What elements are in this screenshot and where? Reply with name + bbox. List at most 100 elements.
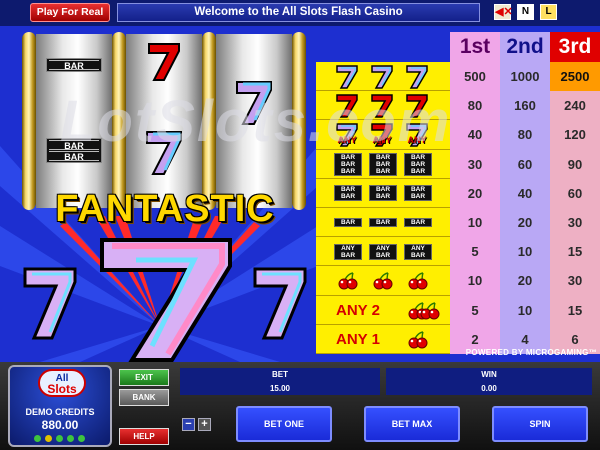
bar-symbol-icon: BAR BAR xyxy=(369,185,397,202)
bet-increase-button[interactable]: + xyxy=(198,418,211,431)
blue-seven-symbol xyxy=(236,81,272,125)
fantastic-logo: FANTASTIC xyxy=(55,188,275,230)
payout-value: 90 xyxy=(567,156,583,172)
bar-symbol-label: BAR xyxy=(375,186,391,194)
payout-value: 2500 xyxy=(550,62,600,92)
seven-symbol-icon xyxy=(336,94,358,118)
payout-value: 80 xyxy=(467,98,483,114)
payout-value: 160 xyxy=(514,98,536,114)
reel-divider xyxy=(112,32,126,210)
payout-value: 30 xyxy=(467,156,483,172)
bar-symbol-icon: BAR BAR BAR xyxy=(404,152,432,176)
bar-symbol-label: BAR xyxy=(340,193,356,201)
reel-2 xyxy=(126,34,202,208)
payout-value: 240 xyxy=(564,98,586,114)
payout-value: 10 xyxy=(517,302,533,318)
seven-symbol-icon xyxy=(336,64,358,89)
bar-symbol-label: BAR xyxy=(340,167,356,175)
bar-symbol-icon: BAR xyxy=(404,218,432,228)
any-seven-label: ANY xyxy=(372,135,392,145)
payout-value: 5 xyxy=(471,302,479,318)
cherry-icon xyxy=(420,301,440,320)
reel-divider xyxy=(292,32,306,210)
payout-value: 10 xyxy=(517,244,533,260)
status-led xyxy=(56,435,63,442)
bar-symbol-label: BAR xyxy=(340,219,356,227)
l-button[interactable]: L xyxy=(540,4,557,20)
status-led xyxy=(34,435,41,442)
credits-display: All Slots DEMO CREDITS 880.00 xyxy=(8,365,112,447)
bank-button[interactable]: BANK xyxy=(119,389,169,406)
pay-table: 1st 2nd 3rd 500 1000 2500 80 160 240 ANY ANY ANY 40 8… xyxy=(316,32,600,354)
reel-1: BAR BAR BAR xyxy=(36,34,112,208)
payout-value: 15 xyxy=(567,302,583,318)
payout-value: 120 xyxy=(564,127,586,143)
reel-3 xyxy=(216,34,292,208)
seven-symbol-icon xyxy=(371,94,393,118)
bar-symbol-icon: BAR BAR xyxy=(334,185,362,202)
seven-symbol-icon xyxy=(406,94,428,118)
payout-value: 5 xyxy=(471,244,479,260)
bar-symbol-icon: ANY BAR xyxy=(369,243,397,260)
reel-divider xyxy=(202,32,216,210)
spin-button[interactable]: SPIN xyxy=(492,406,588,442)
bet-label: BET xyxy=(180,368,380,382)
cherry-icon xyxy=(373,272,393,290)
cherry-condition-label: ANY 2 xyxy=(336,301,380,319)
double-bar-symbol: BAR BAR xyxy=(46,138,102,163)
status-led xyxy=(78,435,85,442)
payout-value: 500 xyxy=(464,69,486,84)
small-seven-right-icon xyxy=(253,267,307,340)
bar-symbol-label: BAR xyxy=(375,153,391,161)
powered-by-label: POWERED BY MICROGAMING™ xyxy=(465,348,597,357)
payout-value: 20 xyxy=(517,215,533,230)
payout-value: 40 xyxy=(517,185,533,201)
any-bar-label: BAR xyxy=(340,251,356,259)
payout-value: 20 xyxy=(467,185,483,201)
cherry-condition-label: ANY 1 xyxy=(336,330,380,348)
exit-button[interactable]: EXIT xyxy=(119,369,169,386)
any-seven-label: ANY xyxy=(337,135,357,145)
payout-value: 60 xyxy=(567,185,583,201)
bar-symbol-label: BAR xyxy=(375,193,391,201)
paytable-header-2: 2nd xyxy=(506,35,544,58)
bar-symbol: BAR xyxy=(46,58,102,72)
paytable-corner xyxy=(316,32,450,62)
bet-one-button[interactable]: BET ONE xyxy=(236,406,332,442)
paytable-header-1: 1st xyxy=(459,35,491,58)
bar-symbol-label: BAR xyxy=(340,153,356,161)
n-button[interactable]: N xyxy=(517,4,534,20)
bar-symbol-label: BAR xyxy=(410,193,426,201)
bar-symbol-icon: BAR xyxy=(334,218,362,228)
win-value: 0.00 xyxy=(386,382,592,395)
blue-seven-symbol xyxy=(146,131,182,175)
win-label: WIN xyxy=(386,368,592,382)
top-bar: Play For Real Welcome to the All Slots F… xyxy=(0,0,600,26)
reel-window: BAR BAR BAR xyxy=(22,32,306,210)
bet-decrease-button[interactable]: − xyxy=(182,418,195,431)
all-slots-logo: All Slots xyxy=(38,369,86,397)
bar-symbol-icon: ANY BAR xyxy=(404,243,432,260)
small-seven-left-icon xyxy=(23,267,77,340)
speaker-mute-icon[interactable]: ◀✕ xyxy=(494,4,513,20)
bar-symbol-label: BAR xyxy=(410,219,426,227)
bar-symbol-label: BAR xyxy=(340,186,356,194)
help-button[interactable]: HELP xyxy=(119,428,169,445)
bar-symbol-label: BAR xyxy=(410,186,426,194)
payout-value: 30 xyxy=(567,215,583,230)
cherry-icon xyxy=(408,272,428,290)
cherry-icon xyxy=(408,331,428,349)
any-bar-label: BAR xyxy=(410,251,426,259)
seven-symbol-icon xyxy=(371,64,393,89)
play-for-real-button[interactable]: Play For Real xyxy=(30,3,110,22)
bar-symbol-label: BAR xyxy=(410,160,426,168)
bet-max-button[interactable]: BET MAX xyxy=(364,406,460,442)
cherry-icon xyxy=(338,272,358,290)
demo-credits-value: 880.00 xyxy=(41,418,79,432)
any-bar-label: BAR xyxy=(375,251,391,259)
bar-symbol-icon: BAR xyxy=(369,218,397,228)
bar-symbol-label: BAR xyxy=(340,160,356,168)
paytable-header-3: 3rd xyxy=(550,32,600,62)
any-seven-label: ANY xyxy=(407,135,427,145)
bar-symbol-label: BAR xyxy=(375,160,391,168)
